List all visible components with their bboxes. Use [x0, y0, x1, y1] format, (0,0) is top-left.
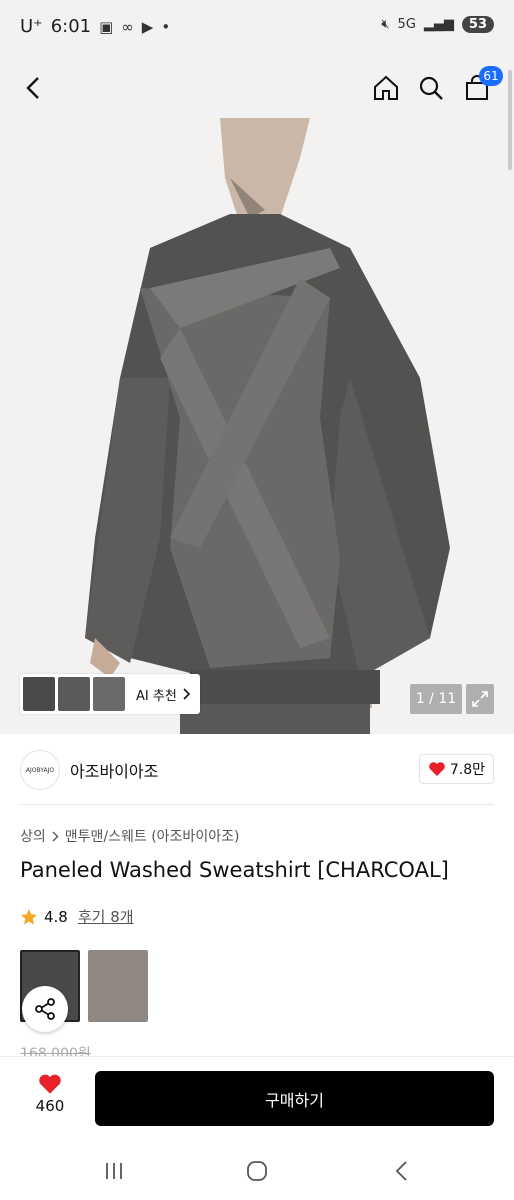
- rating-row: 4.8 후기 8개: [20, 906, 134, 927]
- mute-icon: 🔇︎: [381, 17, 390, 32]
- expand-icon: [472, 691, 488, 707]
- recents-button[interactable]: [94, 1156, 134, 1186]
- home-circle-icon: [247, 1161, 267, 1181]
- status-right: 🔇︎ 5G ▂▄▆ 53: [381, 16, 494, 33]
- divider: [20, 804, 494, 805]
- wishlist-button[interactable]: 460: [26, 1073, 74, 1115]
- scrollbar[interactable]: [508, 70, 512, 170]
- infinity-icon: ∞: [121, 17, 134, 36]
- breadcrumb: 상의 맨투맨/스웨트 (아조바이아조): [20, 826, 239, 846]
- brand-name[interactable]: 아조바이아조: [70, 758, 158, 782]
- search-button[interactable]: [411, 68, 451, 108]
- rating-value: 4.8: [44, 907, 68, 926]
- brand-row[interactable]: AJOBYAJO 아조바이아조 7.8만: [20, 748, 494, 792]
- share-button[interactable]: [22, 986, 68, 1032]
- original-price: 168,000원: [20, 1046, 91, 1057]
- heart-icon: [429, 762, 445, 776]
- battery-badge: 53: [461, 16, 494, 33]
- status-left: U⁺ 6:01 ▣ ∞ ▶ •: [20, 16, 170, 37]
- product-image-carousel[interactable]: AI 추천 1 / 11: [0, 118, 514, 734]
- ai-recommend-link[interactable]: AI 추천: [128, 685, 197, 704]
- dot-icon: •: [161, 17, 171, 36]
- back-button[interactable]: [14, 68, 54, 108]
- back-nav-button[interactable]: [381, 1156, 421, 1186]
- buy-button[interactable]: 구매하기: [95, 1071, 494, 1126]
- brand-logo: AJOBYAJO: [20, 750, 60, 790]
- home-button[interactable]: [366, 68, 406, 108]
- star-icon: [21, 908, 37, 924]
- share-icon: [35, 998, 55, 1020]
- youtube-icon: ▶: [141, 17, 154, 36]
- recommend-thumb[interactable]: [23, 677, 55, 711]
- heart-icon: [39, 1074, 61, 1094]
- cart-button[interactable]: 61: [457, 66, 503, 108]
- back-icon: [395, 1161, 407, 1181]
- chevron-right-icon: [183, 688, 190, 700]
- ai-recommend-label: AI 추천: [136, 688, 177, 704]
- purchase-bar: 460 구매하기: [0, 1056, 514, 1142]
- wishlist-count: 460: [35, 1097, 65, 1115]
- app-header: 61: [0, 58, 514, 118]
- brand-like-button[interactable]: 7.8만: [418, 754, 494, 784]
- screenshot-icon: ▣: [99, 17, 114, 36]
- chevron-right-icon: [52, 831, 59, 841]
- breadcrumb-subcategory[interactable]: 맨투맨/스웨트 (아조바이아조): [65, 826, 240, 846]
- reviews-link[interactable]: 후기 8개: [78, 906, 134, 927]
- recents-icon: [106, 1163, 122, 1179]
- brand-like-count: 7.8만: [449, 762, 485, 778]
- search-icon: [419, 76, 443, 100]
- system-nav-bar: [0, 1142, 514, 1200]
- expand-button[interactable]: [466, 684, 494, 714]
- recommend-thumb[interactable]: [58, 677, 90, 711]
- breadcrumb-category[interactable]: 상의: [20, 826, 46, 846]
- clock: 6:01: [50, 16, 92, 37]
- variant-alt[interactable]: [88, 950, 148, 1022]
- network-label: 5G: [397, 17, 416, 32]
- image-counter: 1 / 11: [410, 684, 462, 714]
- home-nav-button[interactable]: [237, 1156, 277, 1186]
- ai-recommend-strip[interactable]: AI 추천: [20, 674, 200, 714]
- product-title: Paneled Washed Sweatshirt [CHARCOAL]: [20, 858, 449, 882]
- carrier-label: U⁺: [20, 16, 43, 37]
- cart-count-badge: 61: [479, 66, 503, 86]
- status-bar: U⁺ 6:01 ▣ ∞ ▶ • 🔇︎ 5G ▂▄▆ 53: [0, 0, 514, 58]
- home-icon: [374, 75, 398, 100]
- chevron-left-icon: [26, 77, 39, 99]
- signal-icon: ▂▄▆: [423, 17, 454, 32]
- product-photo: [0, 118, 514, 734]
- recommend-thumb[interactable]: [93, 677, 125, 711]
